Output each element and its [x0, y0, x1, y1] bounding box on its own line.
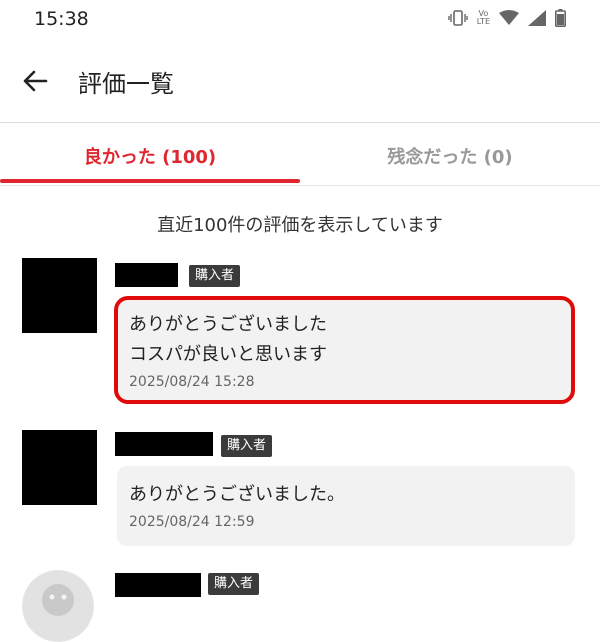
default-avatar-icon	[23, 571, 93, 641]
status-time: 15:38	[34, 8, 89, 30]
buyer-badge: 購入者	[189, 265, 241, 287]
page-title: 評価一覧	[78, 70, 174, 98]
wifi-icon	[499, 10, 519, 25]
notice-text: 直近100件の評価を表示しています	[157, 215, 443, 236]
vibrate-icon	[448, 10, 468, 26]
status-bar: 15:38 Vo LTE	[0, 0, 600, 38]
app-bar: 評価一覧	[0, 38, 600, 122]
reviewer-name-redacted[interactable]	[115, 573, 201, 597]
review-bubble: ありがとうございました。 2025/08/24 12:59	[117, 466, 575, 546]
avatar[interactable]	[22, 258, 97, 333]
back-button[interactable]	[20, 66, 50, 96]
tab-good[interactable]: 良かった (100)	[0, 123, 300, 185]
volte-line2: LTE	[476, 17, 490, 26]
divider	[0, 185, 600, 186]
reviewer-name-redacted[interactable]	[115, 263, 178, 287]
status-icons: Vo LTE	[448, 9, 566, 27]
battery-icon	[555, 9, 566, 27]
tab-good-label: 良かった (100)	[83, 147, 217, 168]
volte-icon: Vo LTE	[477, 10, 490, 26]
tab-bad-label: 残念だった (0)	[387, 147, 513, 168]
avatar[interactable]	[22, 570, 94, 642]
tab-bar: 良かった (100) 残念だった (0)	[0, 123, 600, 185]
highlight-box	[114, 296, 575, 404]
tab-bad[interactable]: 残念だった (0)	[300, 123, 600, 185]
signal-icon	[528, 10, 546, 26]
arrow-left-icon	[23, 70, 48, 92]
buyer-badge: 購入者	[208, 573, 260, 595]
reviewer-name-redacted[interactable]	[115, 432, 213, 456]
avatar[interactable]	[22, 430, 97, 505]
review-date: 2025/08/24 12:59	[129, 514, 255, 530]
review-text-line: ありがとうございました。	[129, 484, 345, 505]
tab-indicator	[0, 179, 300, 183]
buyer-badge: 購入者	[221, 435, 273, 457]
